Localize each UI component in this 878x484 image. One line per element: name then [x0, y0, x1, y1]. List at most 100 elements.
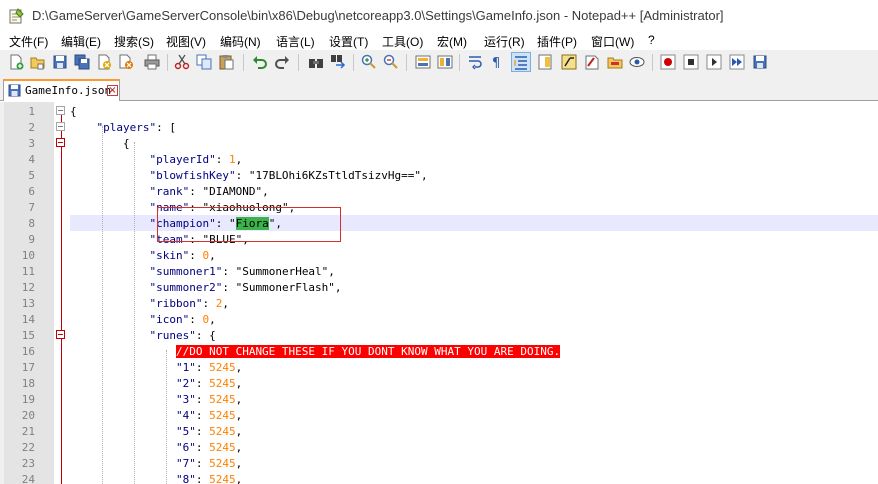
- code-text: : "xiaohuolong",: [189, 201, 296, 214]
- sync-vertical-icon[interactable]: [414, 53, 432, 71]
- fold-toggle-icon[interactable]: [56, 330, 65, 339]
- copy-icon[interactable]: [195, 53, 213, 71]
- zoom-out-icon[interactable]: [382, 53, 400, 71]
- code-line[interactable]: "summoner2": "SummonerFlash",: [70, 280, 878, 296]
- code-line[interactable]: {: [70, 104, 878, 120]
- undo-icon[interactable]: [251, 53, 269, 71]
- line-number: 6: [28, 185, 35, 198]
- code-line[interactable]: "name": "xiaohuolong",: [70, 200, 878, 216]
- menu-language[interactable]: 语言(L): [276, 33, 315, 50]
- menu-encoding[interactable]: 编码(N): [220, 33, 261, 50]
- line-number: 24: [21, 473, 35, 484]
- doc-map-icon[interactable]: [536, 53, 554, 71]
- menu-search[interactable]: 搜索(S): [114, 33, 154, 50]
- code-line[interactable]: "icon": 0,: [70, 312, 878, 328]
- menu-run[interactable]: 运行(R): [484, 33, 525, 50]
- folder-icon[interactable]: [606, 53, 624, 71]
- code-line[interactable]: "rank": "DIAMOND",: [70, 184, 878, 200]
- fold-margin: [54, 102, 70, 484]
- menu-macro[interactable]: 宏(M): [437, 33, 467, 50]
- code-line[interactable]: {: [70, 136, 878, 152]
- menu-window[interactable]: 窗口(W): [591, 33, 634, 50]
- save-all-icon[interactable]: [73, 53, 91, 71]
- code-line[interactable]: "summoner1": "SummonerHeal",: [70, 264, 878, 280]
- title-bar: D:\GameServer\GameServerConsole\bin\x86\…: [0, 0, 878, 32]
- stop-macro-icon[interactable]: [682, 53, 700, 71]
- find-icon[interactable]: [307, 53, 325, 71]
- menu-edit[interactable]: 编辑(E): [61, 33, 101, 50]
- json-key: "icon": [149, 313, 190, 326]
- code-line[interactable]: "2": 5245,: [70, 376, 878, 392]
- word-wrap-icon[interactable]: [466, 53, 484, 71]
- saved-file-icon: [8, 84, 21, 97]
- code-line[interactable]: "1": 5245,: [70, 360, 878, 376]
- menu-tools[interactable]: 工具(O): [382, 33, 423, 50]
- toolbar-separator: [243, 54, 244, 71]
- toolbar-separator: [167, 54, 168, 71]
- json-number: 5245: [209, 441, 236, 454]
- code-text: :: [195, 457, 210, 470]
- fold-toggle-icon[interactable]: [56, 122, 65, 131]
- indent-guide-icon[interactable]: [511, 52, 531, 72]
- print-icon[interactable]: [143, 53, 161, 71]
- save-icon[interactable]: [51, 53, 69, 71]
- menu-help[interactable]: ?: [648, 33, 655, 47]
- paste-icon[interactable]: [217, 53, 235, 71]
- code-line[interactable]: "7": 5245,: [70, 456, 878, 472]
- replace-icon[interactable]: [329, 53, 347, 71]
- code-line[interactable]: "skin": 0,: [70, 248, 878, 264]
- redo-icon[interactable]: [273, 53, 291, 71]
- function-list-icon[interactable]: [560, 53, 578, 71]
- code-line[interactable]: "blowfishKey": "17BLOhi6KZsTtldTsizvHg==…: [70, 168, 878, 184]
- code-text: : "SummonerFlash",: [222, 281, 342, 294]
- code-line[interactable]: //DO NOT CHANGE THESE IF YOU DONT KNOW W…: [70, 344, 878, 360]
- folder-workspace-icon[interactable]: [583, 53, 601, 71]
- fold-toggle-icon[interactable]: [56, 138, 65, 147]
- code-text: ,: [235, 153, 243, 166]
- code-line[interactable]: "ribbon": 2,: [70, 296, 878, 312]
- code-line[interactable]: "playerId": 1,: [70, 152, 878, 168]
- tab-close-icon[interactable]: ×: [107, 85, 118, 96]
- play-macro-icon[interactable]: [705, 53, 723, 71]
- run-macro-multiple-icon[interactable]: [728, 53, 746, 71]
- code-line[interactable]: "team": "BLUE",: [70, 232, 878, 248]
- fold-toggle-icon[interactable]: [56, 106, 65, 115]
- code-line[interactable]: "8": 5245,: [70, 472, 878, 484]
- new-file-icon[interactable]: [7, 53, 25, 71]
- menu-bar: 文件(F) 编辑(E) 搜索(S) 视图(V) 编码(N) 语言(L) 设置(T…: [0, 32, 878, 50]
- sync-horizontal-icon[interactable]: [436, 53, 454, 71]
- close-icon[interactable]: [95, 53, 113, 71]
- code-line[interactable]: "6": 5245,: [70, 440, 878, 456]
- code-line[interactable]: "5": 5245,: [70, 424, 878, 440]
- code-line[interactable]: "runes": {: [70, 328, 878, 344]
- tab-gameinfo-json[interactable]: GameInfo.json ×: [3, 79, 120, 101]
- cut-icon[interactable]: [173, 53, 191, 71]
- toolbar-separator: [652, 54, 653, 71]
- code-line[interactable]: "players": [: [70, 120, 878, 136]
- menu-file[interactable]: 文件(F): [9, 33, 48, 50]
- show-all-chars-icon[interactable]: ¶: [488, 53, 506, 71]
- zoom-in-icon[interactable]: [360, 53, 378, 71]
- menu-view[interactable]: 视图(V): [166, 33, 206, 50]
- code-line[interactable]: "4": 5245,: [70, 408, 878, 424]
- line-number: 8: [28, 217, 35, 230]
- menu-settings[interactable]: 设置(T): [329, 33, 368, 50]
- close-all-icon[interactable]: [117, 53, 135, 71]
- toolbar-separator: [459, 54, 460, 71]
- code-line[interactable]: "champion": "Fiora",: [70, 216, 878, 232]
- save-macro-icon[interactable]: [751, 53, 769, 71]
- editor[interactable]: 1 {2 "players": [3 {4 "playerId": 1, 5 "bl…: [0, 102, 878, 484]
- open-file-icon[interactable]: [29, 53, 47, 71]
- monitor-icon[interactable]: [628, 53, 646, 71]
- record-macro-icon[interactable]: [659, 53, 677, 71]
- json-key: "playerId": [149, 153, 216, 166]
- menu-plugins[interactable]: 插件(P): [537, 33, 577, 50]
- code-line[interactable]: "3": 5245,: [70, 392, 878, 408]
